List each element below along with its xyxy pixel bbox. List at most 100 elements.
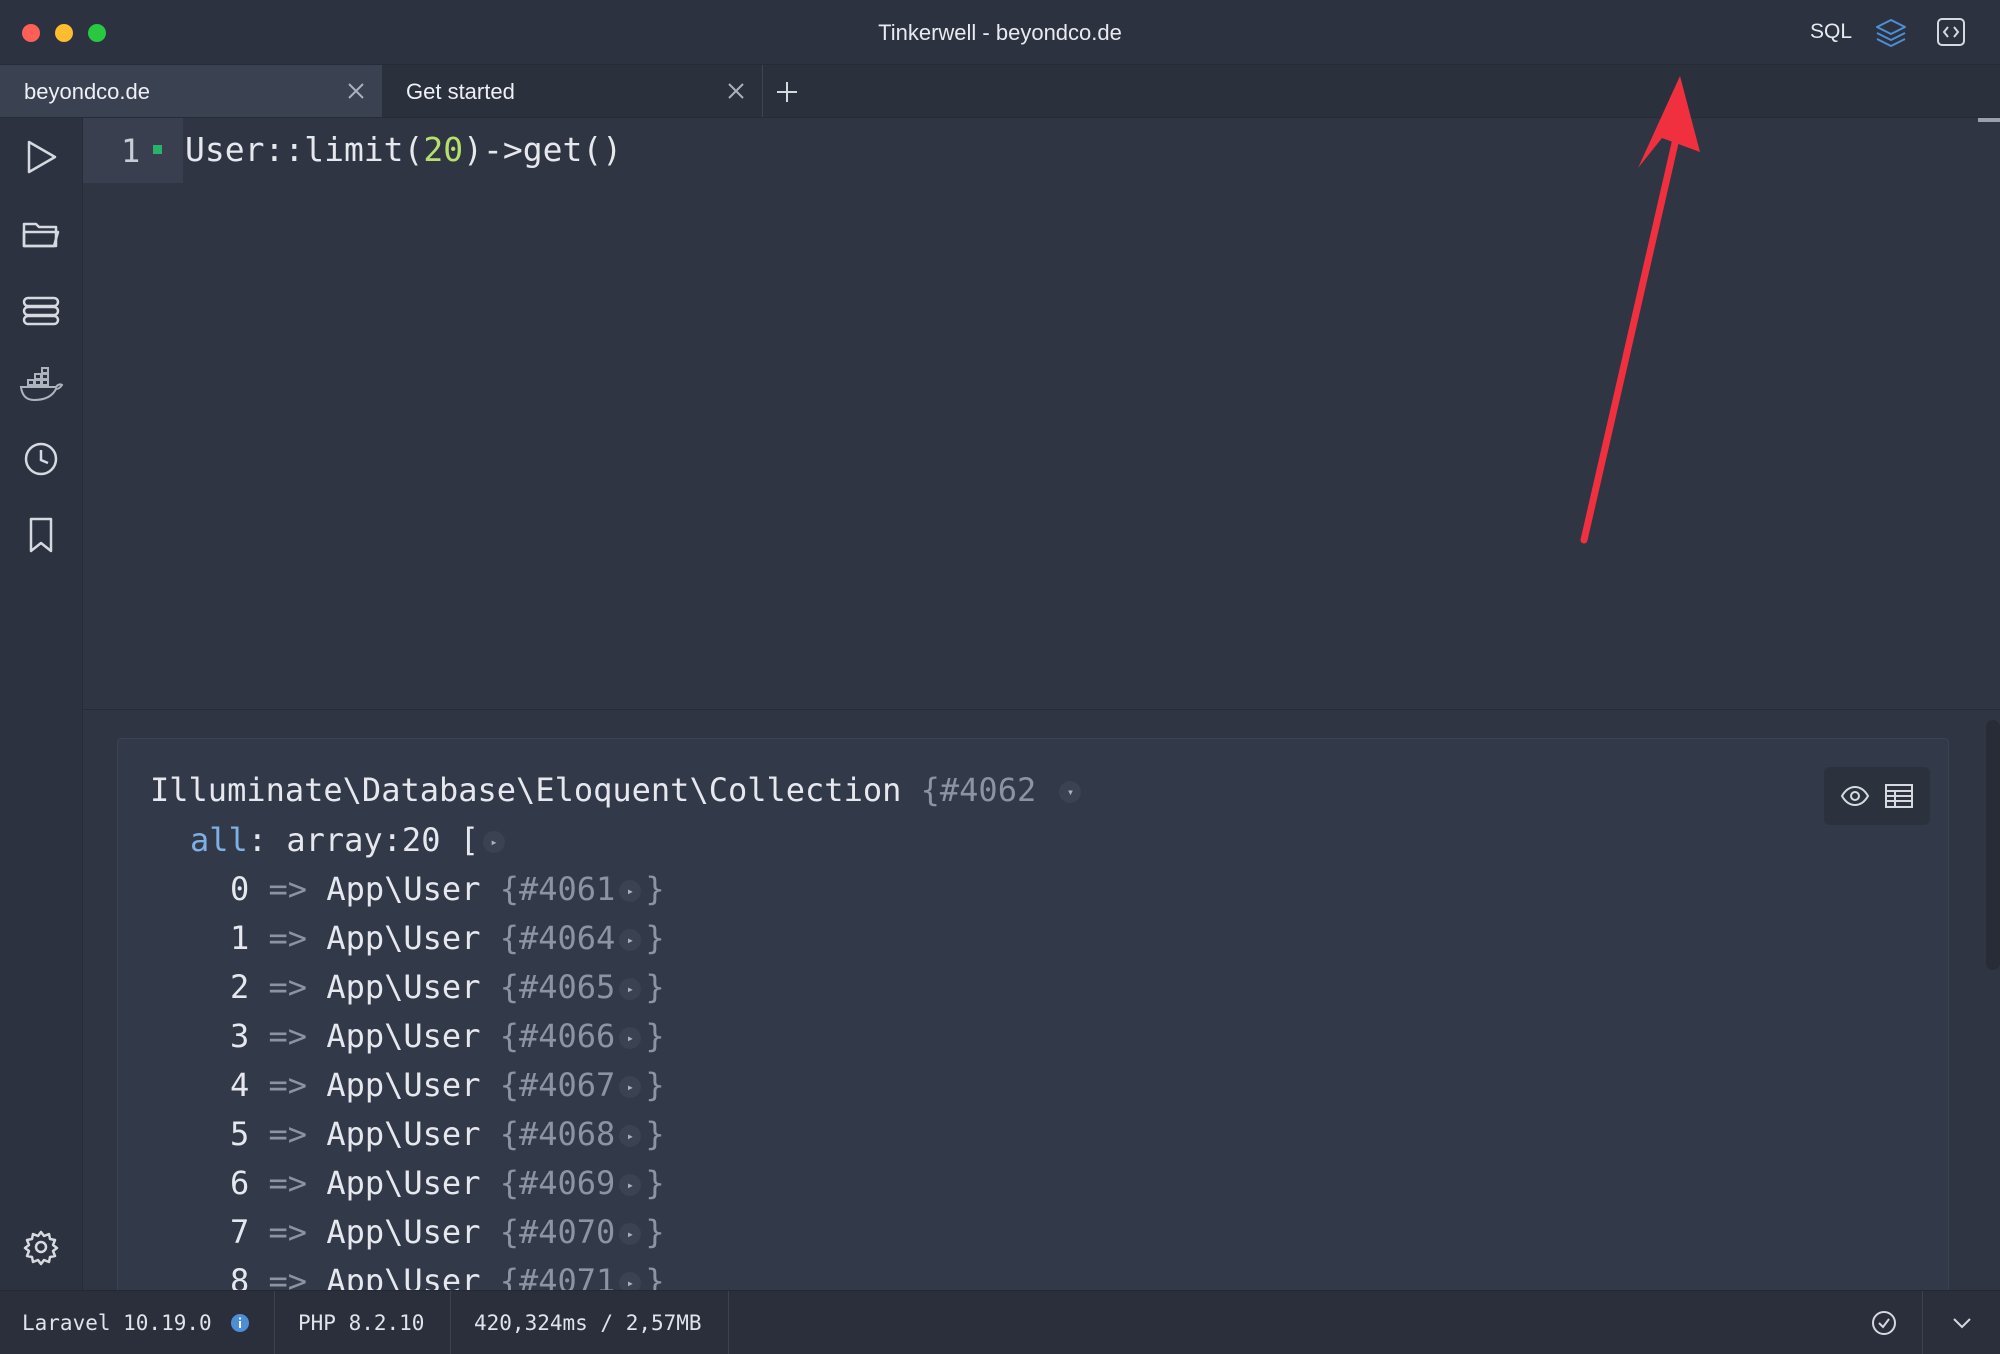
collection-line: Illuminate\Database\Eloquent\Collection …: [150, 771, 1085, 809]
collapse-caret-icon[interactable]: ▾: [1059, 781, 1082, 803]
list-item: 2 => App\User {#4065 ▸}: [230, 968, 665, 1006]
tab-get-started[interactable]: Get started: [382, 65, 763, 117]
item-index: 4: [230, 1066, 250, 1104]
all-line: all: array:20 [▸: [190, 821, 509, 859]
laravel-version-segment[interactable]: Laravel 10.19.0: [0, 1291, 275, 1354]
item-class: App\User: [326, 1213, 481, 1251]
gear-icon[interactable]: [18, 1224, 64, 1270]
tab-bar: beyondco.de Get started: [0, 65, 2000, 118]
item-arrow: =>: [268, 1066, 308, 1104]
output-scrollbar[interactable]: [1986, 720, 2000, 970]
item-class: App\User: [326, 1017, 481, 1055]
status-bar: Laravel 10.19.0 PHP 8.2.10 420,324ms / 2…: [0, 1290, 2000, 1354]
chevron-down-icon[interactable]: [1948, 1309, 1976, 1337]
tab-beyondco[interactable]: beyondco.de: [0, 65, 382, 117]
execution-metrics: 420,324ms / 2,57MB: [474, 1311, 702, 1335]
expand-caret-icon[interactable]: ▸: [619, 978, 642, 1000]
all-key: all: [190, 821, 248, 859]
item-id: #4064: [518, 919, 616, 957]
item-class: App\User: [326, 919, 481, 957]
annotation-arrow-icon: [1580, 76, 1700, 544]
collection-brace: {: [920, 771, 940, 809]
item-arrow: =>: [268, 1213, 308, 1251]
info-icon[interactable]: [230, 1313, 250, 1333]
item-arrow: =>: [268, 919, 308, 957]
code-suffix: )->get(): [463, 130, 623, 169]
play-icon[interactable]: [18, 134, 64, 180]
tab-label: beyondco.de: [24, 79, 150, 104]
metrics-segment: 420,324ms / 2,57MB: [450, 1291, 729, 1354]
sidebar: [0, 118, 83, 1290]
close-icon[interactable]: [726, 81, 746, 101]
close-icon[interactable]: [346, 81, 366, 101]
expand-caret-icon[interactable]: ▸: [619, 1223, 642, 1245]
layers-icon[interactable]: [1874, 16, 1908, 50]
item-id: #4065: [518, 968, 616, 1006]
add-tab-icon[interactable]: [770, 75, 804, 109]
database-icon[interactable]: [18, 288, 64, 334]
list-item: 5 => App\User {#4068 ▸}: [230, 1115, 665, 1153]
sql-button[interactable]: SQL: [1810, 20, 1852, 44]
expand-caret-icon[interactable]: ▸: [619, 1174, 642, 1196]
php-version-segment: PHP 8.2.10: [274, 1291, 451, 1354]
item-arrow: =>: [268, 1164, 308, 1202]
code-number: 20: [423, 130, 464, 169]
item-index: 6: [230, 1164, 250, 1202]
expand-caret-icon[interactable]: ▸: [482, 831, 505, 853]
expand-caret-icon[interactable]: ▸: [619, 1076, 642, 1098]
code-brackets-icon[interactable]: [1935, 16, 1967, 48]
item-arrow: =>: [268, 870, 308, 908]
item-index: 2: [230, 968, 250, 1006]
item-class: App\User: [326, 1115, 481, 1153]
list-item: 6 => App\User {#4069 ▸}: [230, 1164, 665, 1202]
laravel-version: Laravel 10.19.0: [22, 1311, 212, 1335]
item-arrow: =>: [268, 1115, 308, 1153]
all-value: : array:20 [: [247, 821, 479, 859]
item-index: 5: [230, 1115, 250, 1153]
line-number: 1: [121, 132, 141, 170]
expand-caret-icon[interactable]: ▸: [619, 1027, 642, 1049]
collection-id: #4062: [939, 771, 1037, 809]
editor-scroll-indicator: [1978, 118, 2000, 122]
tinkerwell-window: Tinkerwell - beyondco.de SQL beyondco.de: [0, 0, 2000, 1354]
item-index: 3: [230, 1017, 250, 1055]
item-id: #4070: [518, 1213, 616, 1251]
list-item: 1 => App\User {#4064 ▸}: [230, 919, 665, 957]
expand-caret-icon[interactable]: ▸: [619, 880, 642, 902]
item-class: App\User: [326, 968, 481, 1006]
output-panel: Illuminate\Database\Eloquent\Collection …: [117, 738, 1949, 1300]
php-version: PHP 8.2.10: [298, 1311, 425, 1335]
item-index: 7: [230, 1213, 250, 1251]
item-class: App\User: [326, 1164, 481, 1202]
code-line[interactable]: User::limit(20)->get(): [185, 130, 622, 169]
item-class: App\User: [326, 1066, 481, 1104]
code-prefix: User::limit(: [185, 130, 424, 169]
item-id: #4067: [518, 1066, 616, 1104]
item-id: #4068: [518, 1115, 616, 1153]
window-title: Tinkerwell - beyondco.de: [878, 20, 1122, 45]
status-divider: [1922, 1291, 1923, 1354]
bookmark-icon[interactable]: [18, 512, 64, 558]
expand-caret-icon[interactable]: ▸: [619, 929, 642, 951]
history-clock-icon[interactable]: [18, 436, 64, 482]
list-item: 4 => App\User {#4067 ▸}: [230, 1066, 665, 1104]
item-class: App\User: [326, 870, 481, 908]
code-editor[interactable]: 1 User::limit(20)->get(): [83, 118, 2000, 708]
line-marker: [153, 145, 162, 154]
list-item: 0 => App\User {#4061 ▸}: [230, 870, 665, 908]
check-circle-icon[interactable]: [1870, 1309, 1898, 1337]
item-arrow: =>: [268, 968, 308, 1006]
list-item: 7 => App\User {#4070 ▸}: [230, 1213, 665, 1251]
item-index: 1: [230, 919, 250, 957]
folder-icon[interactable]: [18, 212, 64, 258]
item-id: #4069: [518, 1164, 616, 1202]
collection-class: Illuminate\Database\Eloquent\Collection: [150, 771, 902, 809]
docker-icon[interactable]: [18, 362, 64, 408]
output-view-toolbar: [1824, 767, 1930, 825]
table-view-icon[interactable]: [1882, 779, 1916, 813]
list-item: 3 => App\User {#4066 ▸}: [230, 1017, 665, 1055]
item-id: #4066: [518, 1017, 616, 1055]
tab-label: Get started: [406, 79, 515, 104]
eye-icon[interactable]: [1838, 779, 1872, 813]
expand-caret-icon[interactable]: ▸: [619, 1125, 642, 1147]
